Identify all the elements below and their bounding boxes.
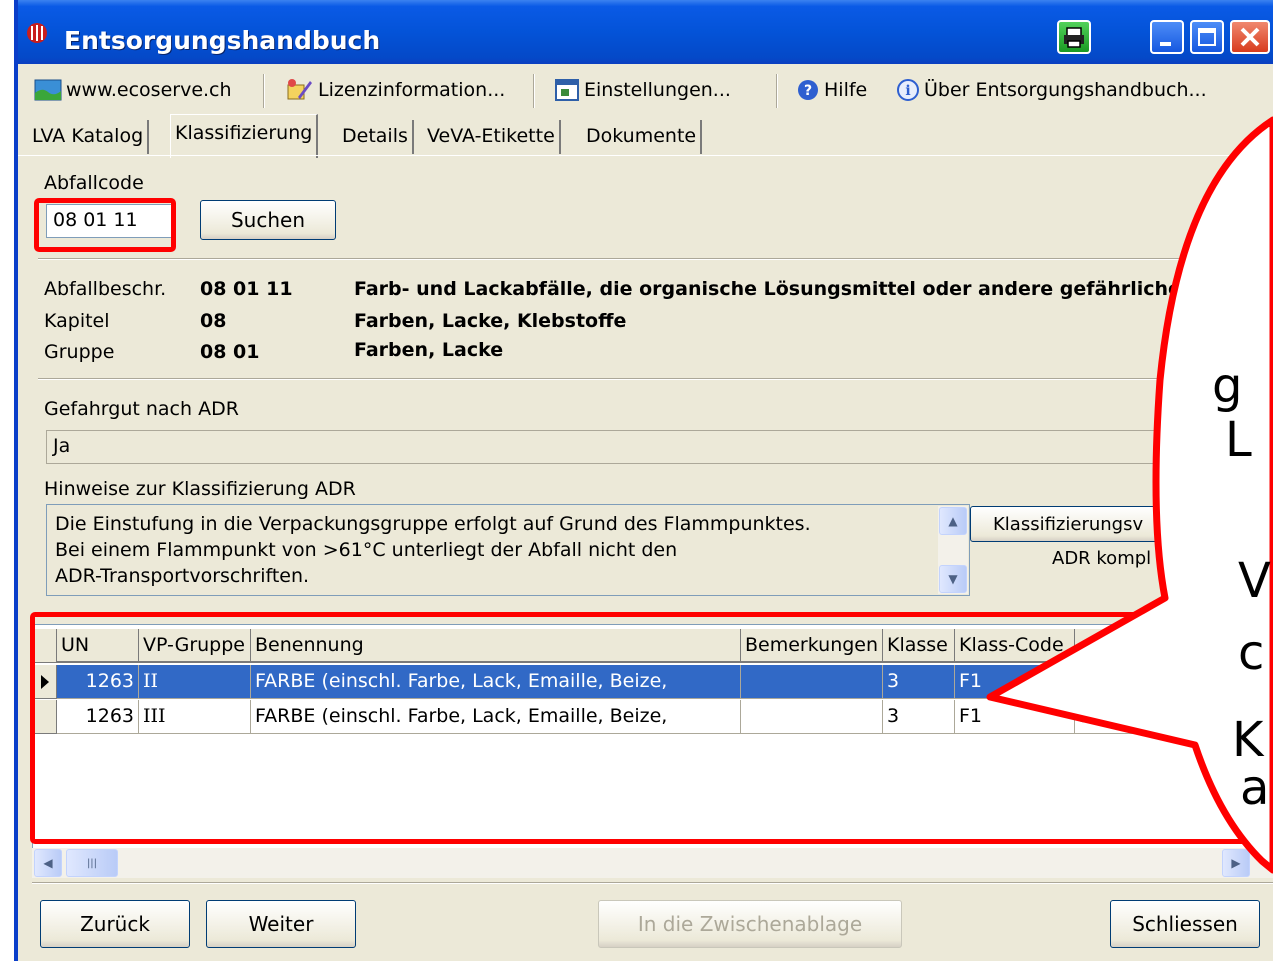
callout-text-fragment: g <box>1212 358 1243 414</box>
callout-text-fragment: L <box>1225 412 1252 468</box>
callout-text-fragment: a <box>1240 760 1270 816</box>
callout-text-fragment: c <box>1238 625 1265 681</box>
callout-bubble <box>986 116 1273 874</box>
callout-text-fragment: V <box>1238 553 1271 609</box>
